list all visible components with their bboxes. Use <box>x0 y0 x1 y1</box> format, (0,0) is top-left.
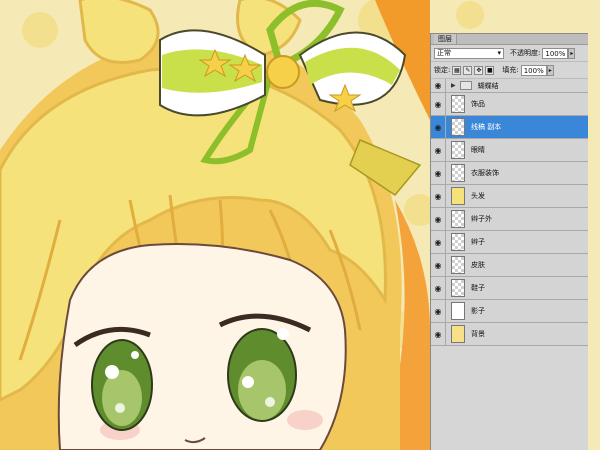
opacity-label: 不透明度: <box>510 49 541 57</box>
layer-name: 头发 <box>471 192 485 200</box>
layer-list: ◉ 饰品 ◉ 线稿 副本 ◉ 眼睛 ◉ 衣服装饰 ◉ 头发 ◉ 辫子外 ◉ 辫子 ◉ 皮肤 ◉ 鞋子 ◉ 影子 ◉ 背景 <box>431 93 588 346</box>
eye-icon[interactable]: ◉ <box>431 254 446 276</box>
chevron-down-icon: ▾ <box>497 49 501 57</box>
opacity-input[interactable]: 100% <box>542 47 569 59</box>
layer-name: 鞋子 <box>471 284 485 292</box>
layer-row[interactable]: ◉ 衣服装饰 <box>431 162 588 185</box>
eye-icon[interactable]: ◉ <box>431 277 446 299</box>
fill-slider-button[interactable]: ▸ <box>546 64 554 76</box>
folder-icon <box>459 81 472 90</box>
group-name: 蝴蝶结 <box>477 81 499 90</box>
eye-icon[interactable]: ◉ <box>431 323 446 345</box>
layers-panel: 图层 正常 ▾ 不透明度: 100% ▸ 锁定: ▦ ✎ ✥ ■ 填充: 100% ▸… <box>430 33 588 450</box>
layer-name: 眼睛 <box>471 146 485 154</box>
tab-layers[interactable]: 图层 <box>434 34 457 44</box>
layer-name: 辫子外 <box>471 215 492 223</box>
layer-thumbnail <box>451 256 465 274</box>
eye-icon[interactable]: ◉ <box>431 93 446 115</box>
layer-row[interactable]: ◉ 线稿 副本 <box>431 116 588 139</box>
eye-icon[interactable]: ◉ <box>431 162 446 184</box>
lock-paint-icon[interactable]: ✎ <box>463 66 473 75</box>
layer-thumbnail <box>451 187 465 205</box>
layer-group[interactable]: ◉ ▶ 蝴蝶结 <box>431 79 588 93</box>
blend-mode-value: 正常 <box>437 49 451 57</box>
layer-thumbnail <box>451 164 465 182</box>
layer-thumbnail <box>451 325 465 343</box>
fill-input[interactable]: 100% <box>520 64 547 76</box>
layer-row[interactable]: ◉ 皮肤 <box>431 254 588 277</box>
opacity-slider-button[interactable]: ▸ <box>568 47 576 59</box>
lock-move-icon[interactable]: ✥ <box>474 66 484 75</box>
eye-icon[interactable]: ◉ <box>431 79 446 92</box>
layer-thumbnail <box>451 210 465 228</box>
eye-icon[interactable]: ◉ <box>431 300 446 322</box>
layer-name: 影子 <box>471 307 485 315</box>
layer-name: 皮肤 <box>471 261 485 269</box>
blend-options-row: 正常 ▾ 不透明度: 100% ▸ <box>431 45 588 62</box>
layer-row[interactable]: ◉ 眼睛 <box>431 139 588 162</box>
layer-row[interactable]: ◉ 饰品 <box>431 93 588 116</box>
layer-thumbnail <box>451 233 465 251</box>
eye-icon[interactable]: ◉ <box>431 208 446 230</box>
layer-name: 背景 <box>471 330 485 338</box>
layer-name: 衣服装饰 <box>471 169 499 177</box>
fill-label: 填充: <box>502 66 519 74</box>
lock-fill-row: 锁定: ▦ ✎ ✥ ■ 填充: 100% ▸ <box>431 62 588 79</box>
layer-row[interactable]: ◉ 辫子外 <box>431 208 588 231</box>
layer-name: 线稿 副本 <box>471 123 502 131</box>
expand-triangle-icon[interactable]: ▶ <box>451 82 456 89</box>
layer-thumbnail <box>451 95 465 113</box>
layer-thumbnail <box>451 118 465 136</box>
layer-name: 辫子 <box>471 238 485 246</box>
eye-icon[interactable]: ◉ <box>431 116 446 138</box>
eye-icon[interactable]: ◉ <box>431 139 446 161</box>
lock-all-icon[interactable]: ■ <box>485 66 495 75</box>
layers-panel-tab-bar: 图层 <box>431 34 588 45</box>
layer-name: 饰品 <box>471 100 485 108</box>
layer-thumbnail <box>451 279 465 297</box>
layer-row[interactable]: ◉ 头发 <box>431 185 588 208</box>
blend-mode-select[interactable]: 正常 ▾ <box>434 47 504 59</box>
lock-icons: ▦ ✎ ✥ ■ <box>452 65 496 75</box>
layer-row[interactable]: ◉ 影子 <box>431 300 588 323</box>
lock-label: 锁定: <box>434 66 451 74</box>
eye-icon[interactable]: ◉ <box>431 185 446 207</box>
eye-icon[interactable]: ◉ <box>431 231 446 253</box>
layer-thumbnail <box>451 302 465 320</box>
layer-row[interactable]: ◉ 背景 <box>431 323 588 346</box>
layer-row[interactable]: ◉ 辫子 <box>431 231 588 254</box>
lock-transparent-icon[interactable]: ▦ <box>452 66 462 75</box>
layer-row[interactable]: ◉ 鞋子 <box>431 277 588 300</box>
layer-thumbnail <box>451 141 465 159</box>
